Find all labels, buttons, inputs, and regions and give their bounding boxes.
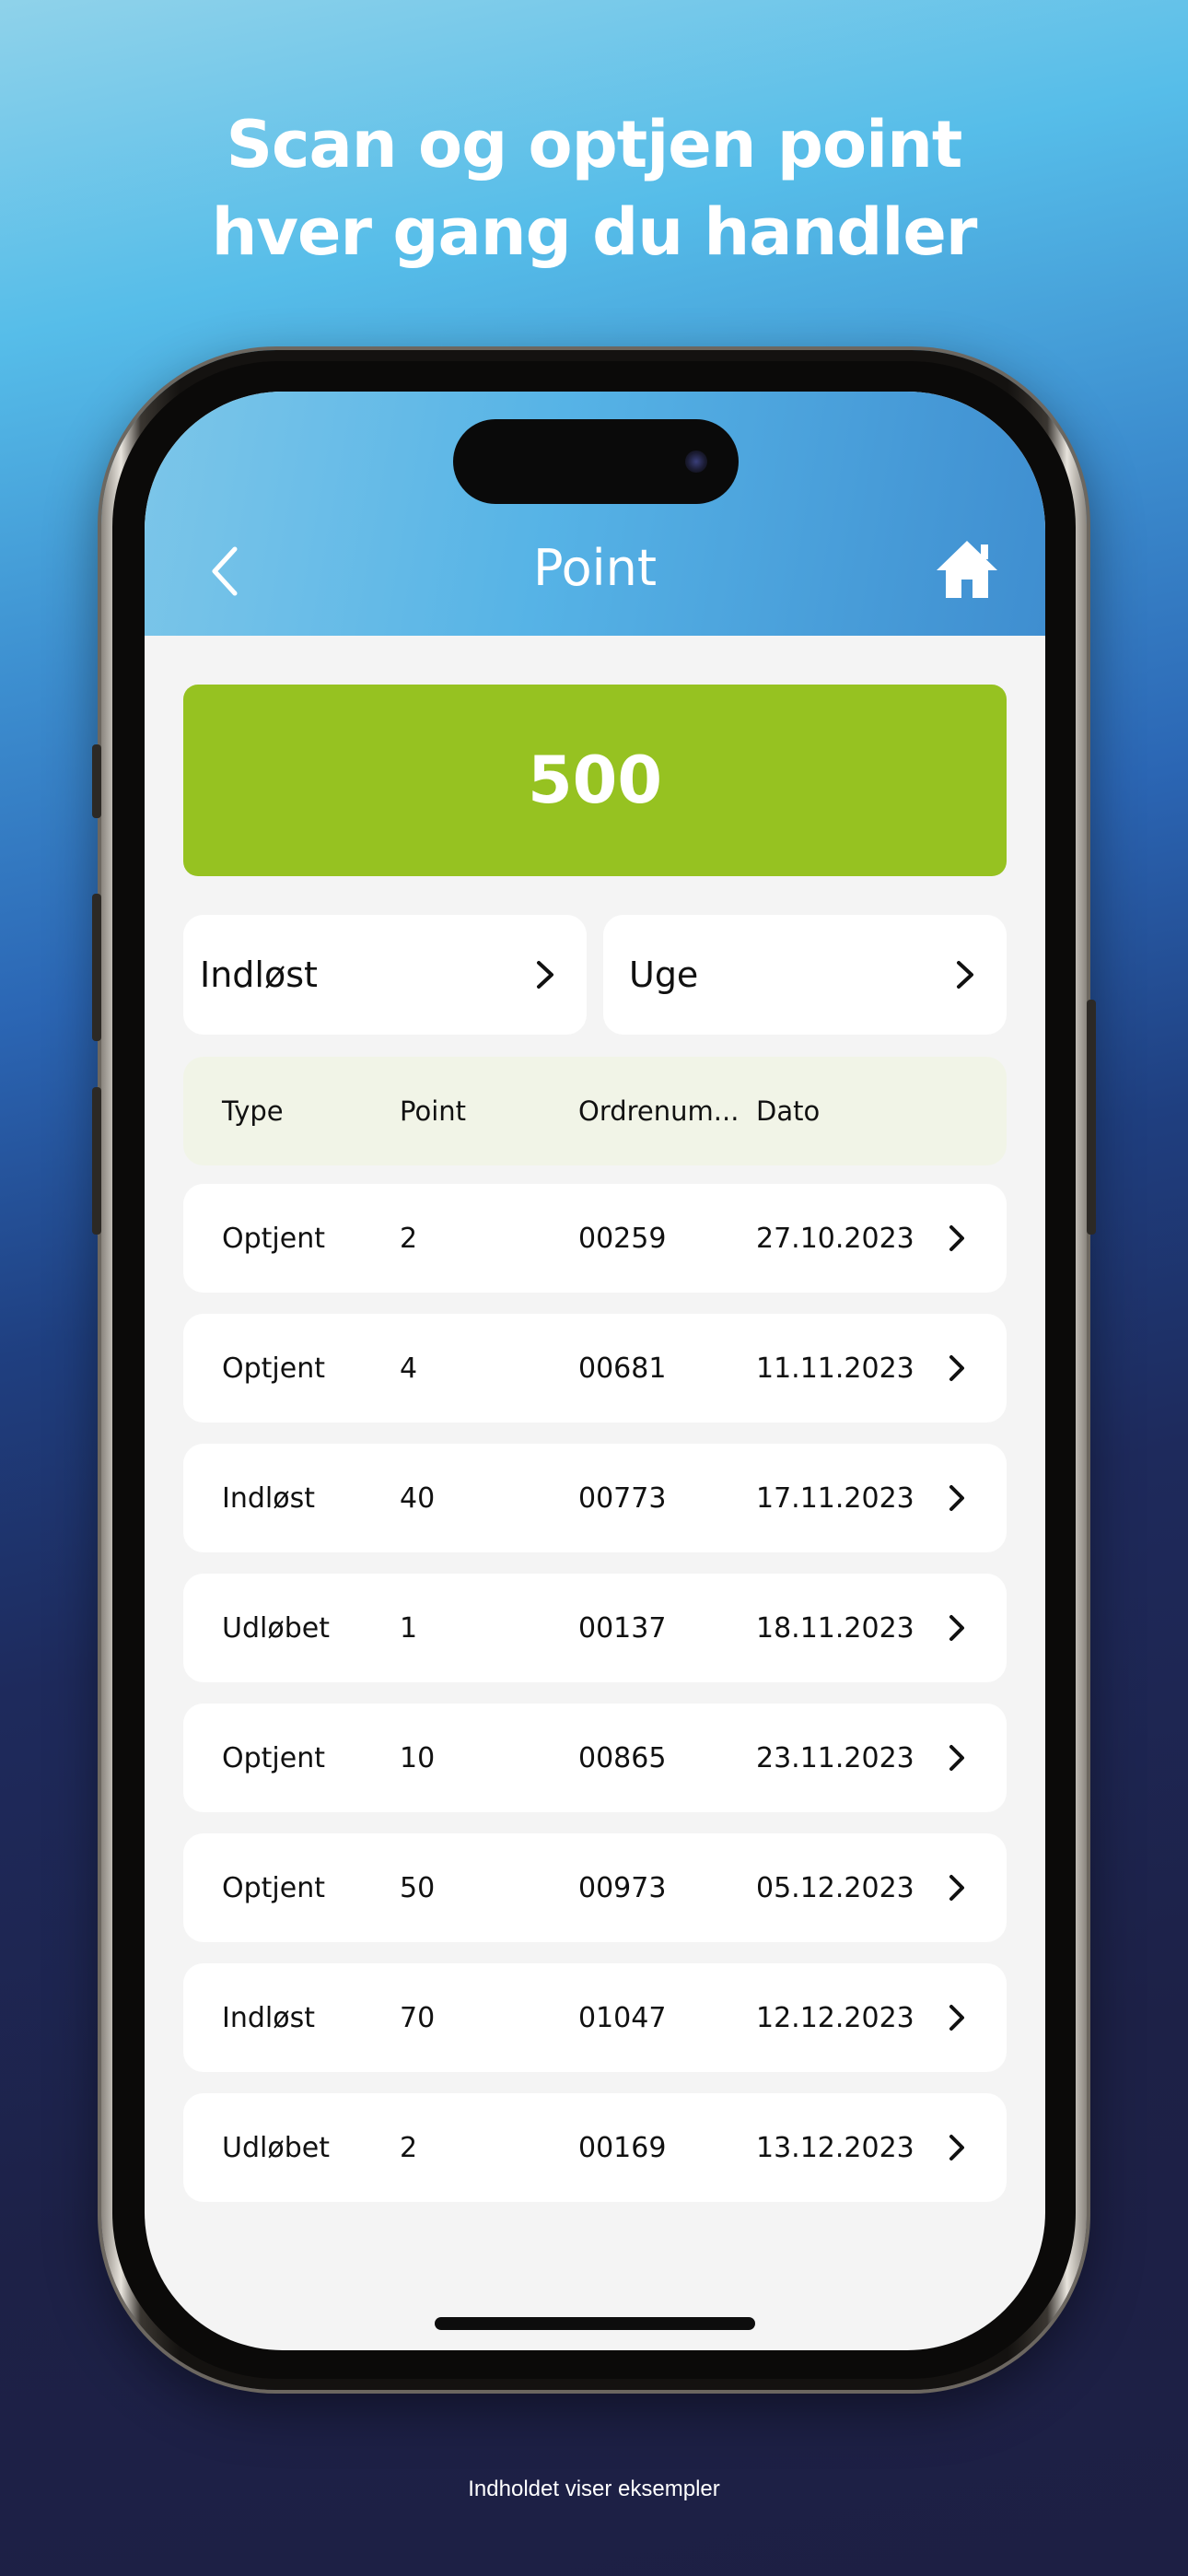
cell-type: Optjent (222, 1222, 325, 1255)
home-indicator[interactable] (435, 2317, 755, 2330)
table-row[interactable]: Optjent 50 00973 05.12.2023 (183, 1833, 1007, 1942)
table-row[interactable]: Optjent 2 00259 27.10.2023 (183, 1184, 1007, 1293)
column-header-date: Dato (756, 1095, 821, 1127)
table-row[interactable]: Optjent 10 00865 23.11.2023 (183, 1704, 1007, 1812)
cell-type: Indløst (222, 1481, 315, 1515)
cell-type: Optjent (222, 1352, 325, 1385)
headline-line-2: hver gang du handler (211, 194, 978, 270)
table-header: Type Point Ordrenum... Dato (183, 1057, 1007, 1165)
cell-point: 40 (400, 1481, 436, 1515)
camera-icon (685, 451, 707, 473)
volume-down-button (92, 1087, 101, 1235)
cell-point: 4 (400, 1352, 418, 1385)
cell-order: 01047 (578, 2001, 667, 2034)
headline-line-1: Scan og optjen point (226, 107, 963, 182)
cell-date: 23.11.2023 (756, 1741, 914, 1774)
cell-point: 70 (400, 2001, 436, 2034)
home-button[interactable] (935, 539, 999, 600)
cell-type: Udløbet (222, 2131, 330, 2164)
cell-point: 1 (400, 1611, 418, 1645)
cell-point: 10 (400, 1741, 436, 1774)
chevron-right-icon (948, 2093, 966, 2202)
cell-order: 00259 (578, 1222, 667, 1255)
table-row[interactable]: Indløst 40 00773 17.11.2023 (183, 1444, 1007, 1552)
table-row[interactable]: Optjent 4 00681 11.11.2023 (183, 1314, 1007, 1423)
promo-headline: Scan og optjen point hver gang du handle… (0, 101, 1188, 276)
chevron-right-icon (948, 1184, 966, 1293)
home-icon (937, 541, 997, 598)
cell-point: 2 (400, 2131, 418, 2164)
filter-period-label: Uge (629, 954, 699, 995)
cell-point: 2 (400, 1222, 418, 1255)
cell-date: 13.12.2023 (756, 2131, 914, 2164)
cell-point: 50 (400, 1871, 436, 1904)
app-header: Point (145, 392, 1045, 636)
cell-date: 27.10.2023 (756, 1222, 914, 1255)
cell-date: 18.11.2023 (756, 1611, 914, 1645)
chevron-right-icon (948, 1704, 966, 1812)
cell-type: Udløbet (222, 1611, 330, 1645)
page-title: Point (532, 539, 658, 597)
column-header-point: Point (400, 1095, 467, 1127)
disclaimer-text: Indholdet viser eksempler (468, 2476, 720, 2501)
action-button (92, 744, 101, 818)
cell-type: Optjent (222, 1741, 325, 1774)
dynamic-island (453, 419, 739, 504)
chevron-right-icon (957, 961, 973, 989)
points-balance: 500 (527, 743, 663, 818)
chevron-right-icon (948, 1314, 966, 1423)
cell-date: 17.11.2023 (756, 1481, 914, 1515)
volume-up-button (92, 894, 101, 1041)
table-row[interactable]: Indløst 70 01047 12.12.2023 (183, 1963, 1007, 2072)
chevron-right-icon (948, 1444, 966, 1552)
points-balance-card: 500 (183, 685, 1007, 876)
cell-order: 00973 (578, 1871, 667, 1904)
filter-type-label: Indløst (200, 954, 318, 995)
chevron-right-icon (948, 1963, 966, 2072)
chevron-right-icon (948, 1833, 966, 1942)
cell-date: 11.11.2023 (756, 1352, 914, 1385)
cell-date: 05.12.2023 (756, 1871, 914, 1904)
table-row[interactable]: Udløbet 2 00169 13.12.2023 (183, 2093, 1007, 2202)
column-header-type: Type (222, 1095, 284, 1127)
phone-screen: Point 500 Indløst Uge Type Point Ordrenu… (145, 392, 1045, 2350)
cell-order: 00681 (578, 1352, 667, 1385)
table-row[interactable]: Udløbet 1 00137 18.11.2023 (183, 1574, 1007, 1682)
cell-type: Optjent (222, 1871, 325, 1904)
power-button (1087, 1000, 1096, 1235)
column-header-order: Ordrenum... (578, 1095, 740, 1127)
chevron-right-icon (537, 961, 553, 989)
cell-type: Indløst (222, 2001, 315, 2034)
filter-period-dropdown[interactable]: Uge (603, 915, 1007, 1035)
chevron-right-icon (948, 1574, 966, 1682)
filter-type-dropdown[interactable]: Indløst (183, 915, 587, 1035)
cell-order: 00137 (578, 1611, 667, 1645)
cell-date: 12.12.2023 (756, 2001, 914, 2034)
cell-order: 00169 (578, 2131, 667, 2164)
cell-order: 00773 (578, 1481, 667, 1515)
cell-order: 00865 (578, 1741, 667, 1774)
